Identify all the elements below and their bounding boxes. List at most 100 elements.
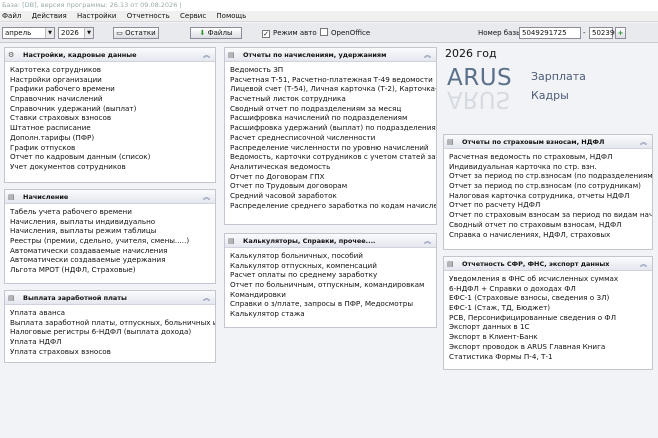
document-icon: ▤ bbox=[8, 294, 15, 302]
base-number-field-2[interactable]: 502390 bbox=[589, 27, 619, 39]
list-item[interactable]: 6-НДФЛ + Справки о доходах ФЛ bbox=[449, 284, 652, 294]
list-item[interactable]: Отчет за период по стр.взносам (по сотру… bbox=[449, 181, 652, 191]
list-item[interactable]: Расчет среднесписочной численности bbox=[230, 133, 436, 143]
list-item[interactable]: Начисления, выплаты индивидуально bbox=[10, 217, 215, 227]
list-item[interactable]: Командировки bbox=[230, 290, 436, 300]
list-item[interactable]: Штатное расписание bbox=[10, 123, 215, 133]
list-item[interactable]: Отчет по страховым взносам за период по … bbox=[449, 210, 652, 220]
list-item[interactable]: Отчет за период по стр.взносам (по подра… bbox=[449, 171, 652, 181]
calculators-list: Калькулятор больничных, пособий Калькуля… bbox=[225, 248, 436, 319]
list-item[interactable]: Налоговая карточка сотрудника, отчеты НД… bbox=[449, 191, 652, 201]
menu-actions[interactable]: Действия bbox=[32, 12, 67, 20]
auto-mode-checkbox[interactable]: ✓ Режим авто bbox=[262, 28, 317, 38]
list-item[interactable]: Расшифровка удержаний (выплат) по подраз… bbox=[230, 123, 436, 133]
collapse-icon[interactable]: ︽ bbox=[203, 293, 210, 303]
list-item[interactable]: Уплата страховых взносов bbox=[10, 347, 215, 357]
list-item[interactable]: Расчетный листок сотрудника bbox=[230, 94, 436, 104]
list-item[interactable]: Средний часовой заработок bbox=[230, 191, 436, 201]
list-item[interactable]: РСВ, Персонифицированные сведения о ФЛ bbox=[449, 313, 652, 323]
list-item[interactable]: Настройки организации bbox=[10, 75, 215, 85]
list-item[interactable]: Реестры (премии, сдельно, учителя, смены… bbox=[10, 236, 215, 246]
collapse-icon[interactable]: ︽ bbox=[424, 236, 431, 246]
list-item[interactable]: Лицевой счет (Т-54), Личная карточка (Т-… bbox=[230, 84, 436, 94]
menu-help[interactable]: Помощь bbox=[216, 12, 246, 20]
list-item[interactable]: График отпусков bbox=[10, 143, 215, 153]
list-item[interactable]: Калькулятор больничных, пособий bbox=[230, 251, 436, 261]
list-item[interactable]: Распределение среднего заработка по кода… bbox=[230, 201, 436, 211]
panel-title: Отчетность СФР, ФНС, экспорт данных bbox=[462, 260, 610, 268]
chevron-down-icon[interactable]: ▼ bbox=[45, 28, 54, 38]
files-button[interactable]: ⬇ Файлы bbox=[190, 27, 242, 39]
list-item[interactable]: Льгота МРОТ (НДФЛ, Страховые) bbox=[10, 265, 215, 275]
list-item[interactable]: Отчет по Договорам ГПХ bbox=[230, 172, 436, 182]
list-item[interactable]: Расшифровка начислений по подразделениям bbox=[230, 113, 436, 123]
list-item[interactable]: Справки о з/плате, запросы в ПФР, Медосм… bbox=[230, 299, 436, 309]
collapse-icon[interactable]: ︽ bbox=[640, 137, 647, 147]
list-item[interactable]: Картотека сотрудников bbox=[10, 65, 215, 75]
list-item[interactable]: Дополн.тарифы (ПФР) bbox=[10, 133, 215, 143]
list-item[interactable]: Справочник удержаний (выплат) bbox=[10, 104, 215, 114]
list-item[interactable]: Уплата аванса bbox=[10, 308, 215, 318]
list-item[interactable]: Сводный отчет по страховым взносам, НДФЛ bbox=[449, 220, 652, 230]
list-item[interactable]: Распределение численности по уровню начи… bbox=[230, 143, 436, 153]
menu-reporting[interactable]: Отчетность bbox=[127, 12, 170, 20]
list-item[interactable]: Автоматически создаваемые начисления bbox=[10, 246, 215, 256]
list-item[interactable]: Учет документов сотрудников bbox=[10, 162, 215, 172]
list-item[interactable]: Ведомость ЗП bbox=[230, 65, 436, 75]
menu-service[interactable]: Сервис bbox=[180, 12, 206, 20]
toolbar: апрель ▼ 2026 ▼ ▭ Остатки ⬇ Файлы ✓ Режим… bbox=[0, 23, 658, 43]
document-icon: ▤ bbox=[447, 138, 454, 146]
panel-title: Настройки, кадровые данные bbox=[23, 51, 137, 59]
list-item[interactable]: Отчет по кадровым данным (список) bbox=[10, 152, 215, 162]
panel-title: Отчеты по страховым взносам, НДФЛ bbox=[462, 138, 605, 146]
arus-logo: ARUS ARUS Зарплата Кадры bbox=[447, 67, 587, 113]
document-icon: ▤ bbox=[228, 51, 235, 59]
list-item[interactable]: ЕФС-1 (Страховые взносы, сведения о ЗЛ) bbox=[449, 293, 652, 303]
list-item[interactable]: Расчетная ведомость по страховым, НДФЛ bbox=[449, 152, 652, 162]
list-item[interactable]: Справка о начислениях, НДФЛ, страховых bbox=[449, 230, 652, 240]
list-item[interactable]: Экспорт в Клиент-Банк bbox=[449, 332, 652, 342]
list-item[interactable]: Уведомления в ФНС об исчисленных суммах bbox=[449, 274, 652, 284]
list-item[interactable]: Аналитическая ведомость bbox=[230, 162, 436, 172]
list-item[interactable]: Индивидуальная карточка по стр. взн. bbox=[449, 162, 652, 172]
panel-title: Выплата заработной платы bbox=[23, 294, 127, 302]
list-item[interactable]: Отчет по расчету НДФЛ bbox=[449, 200, 652, 210]
list-item[interactable]: Экспорт проводок в ARUS Главная Книга bbox=[449, 342, 652, 352]
list-item[interactable]: Экспорт данных в 1С bbox=[449, 322, 652, 332]
collapse-icon[interactable]: ︽ bbox=[203, 192, 210, 202]
year-select[interactable]: 2026 ▼ bbox=[58, 27, 94, 39]
list-item[interactable]: Ставки страховых взносов bbox=[10, 113, 215, 123]
collapse-icon[interactable]: ︽ bbox=[640, 259, 647, 269]
list-item[interactable]: Справочник начислений bbox=[10, 94, 215, 104]
plus-icon[interactable]: + bbox=[615, 27, 626, 39]
openoffice-checkbox[interactable]: OpenOffice bbox=[320, 28, 370, 38]
year-title: 2026 год bbox=[445, 47, 497, 60]
base-number-field[interactable]: 5049291725 bbox=[519, 27, 581, 39]
list-item[interactable]: Налоговые регистры 6-НДФЛ (выплата доход… bbox=[10, 327, 215, 337]
list-item[interactable]: Сводный отчет по подразделениям за месяц bbox=[230, 104, 436, 114]
list-item[interactable]: Ведомость, карточки сотрудников с учетом… bbox=[230, 152, 436, 162]
remains-button[interactable]: ▭ Остатки bbox=[113, 27, 159, 39]
chevron-down-icon[interactable]: ▼ bbox=[84, 28, 93, 38]
list-item[interactable]: ЕФС-1 (Стаж, ТД, Бюджет) bbox=[449, 303, 652, 313]
list-item[interactable]: Начисления, выплаты режим таблицы bbox=[10, 226, 215, 236]
month-select[interactable]: апрель ▼ bbox=[2, 27, 55, 39]
list-item[interactable]: Табель учета рабочего времени bbox=[10, 207, 215, 217]
list-item[interactable]: Графики рабочего времени bbox=[10, 84, 215, 94]
list-item[interactable]: Калькулятор отпускных, компенсаций bbox=[230, 261, 436, 271]
menu-settings[interactable]: Настройки bbox=[77, 12, 117, 20]
folder-icon: ⬇ bbox=[199, 29, 208, 37]
list-item[interactable]: Расчетная Т-51, Расчетно-платежная Т-49 … bbox=[230, 75, 436, 85]
list-item[interactable]: Отчет по больничным, отпускным, командир… bbox=[230, 280, 436, 290]
collapse-icon[interactable]: ︽ bbox=[424, 50, 431, 60]
menu-file[interactable]: Файл bbox=[2, 12, 21, 20]
list-item[interactable]: Статистика Формы П-4, Т-1 bbox=[449, 352, 652, 362]
panel-export: ▤ Отчетность СФР, ФНС, экспорт данных ︽ … bbox=[443, 256, 653, 370]
list-item[interactable]: Уплата НДФЛ bbox=[10, 337, 215, 347]
list-item[interactable]: Выплата заработной платы, отпускных, бол… bbox=[10, 318, 215, 328]
list-item[interactable]: Калькулятор стажа bbox=[230, 309, 436, 319]
list-item[interactable]: Расчет оплаты по среднему заработку bbox=[230, 270, 436, 280]
collapse-icon[interactable]: ︽ bbox=[203, 50, 210, 60]
list-item[interactable]: Отчет по Трудовым договорам bbox=[230, 181, 436, 191]
list-item[interactable]: Автоматически создаваемые удержания bbox=[10, 255, 215, 265]
